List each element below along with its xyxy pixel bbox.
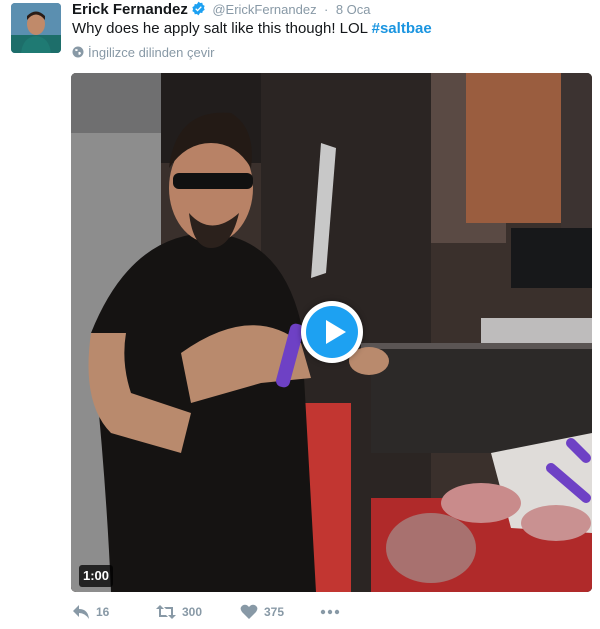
translate-label: İngilizce dilinden çevir [88, 45, 215, 60]
reply-icon [73, 605, 89, 619]
video-duration: 1:00 [79, 565, 114, 587]
retweet-button[interactable]: 300 [156, 604, 202, 620]
play-button[interactable] [301, 301, 363, 363]
avatar[interactable] [11, 3, 61, 53]
globe-icon [72, 46, 84, 58]
more-icon [320, 609, 340, 615]
verified-badge-icon [192, 1, 205, 16]
reply-button[interactable]: 16 [72, 604, 109, 620]
retweet-count: 300 [182, 605, 203, 619]
video-player[interactable]: 1:00 [71, 73, 592, 592]
tweet-header: Erick Fernandez @ErickFernandez · 8 Oca [72, 1, 371, 19]
separator-dot: · [324, 2, 329, 17]
heart-icon [240, 604, 258, 619]
like-count: 375 [264, 605, 285, 619]
hashtag-link[interactable]: #saltbae [372, 20, 432, 37]
like-button[interactable]: 375 [240, 604, 284, 620]
play-icon [326, 320, 346, 344]
retweet-icon [156, 605, 176, 619]
tweet-text: Why does he apply salt like this though!… [72, 19, 432, 39]
tweet-text-body: Why does he apply salt like this though!… [72, 20, 372, 37]
author-name[interactable]: Erick Fernandez [72, 1, 188, 18]
reply-count: 16 [96, 605, 110, 619]
translate-link[interactable]: İngilizce dilinden çevir [72, 45, 214, 60]
tweet-timestamp[interactable]: 8 Oca [336, 2, 371, 17]
more-button[interactable] [320, 604, 340, 620]
tweet: Erick Fernandez @ErickFernandez · 8 Oca … [0, 0, 600, 629]
author-handle[interactable]: @ErickFernandez [212, 2, 316, 17]
